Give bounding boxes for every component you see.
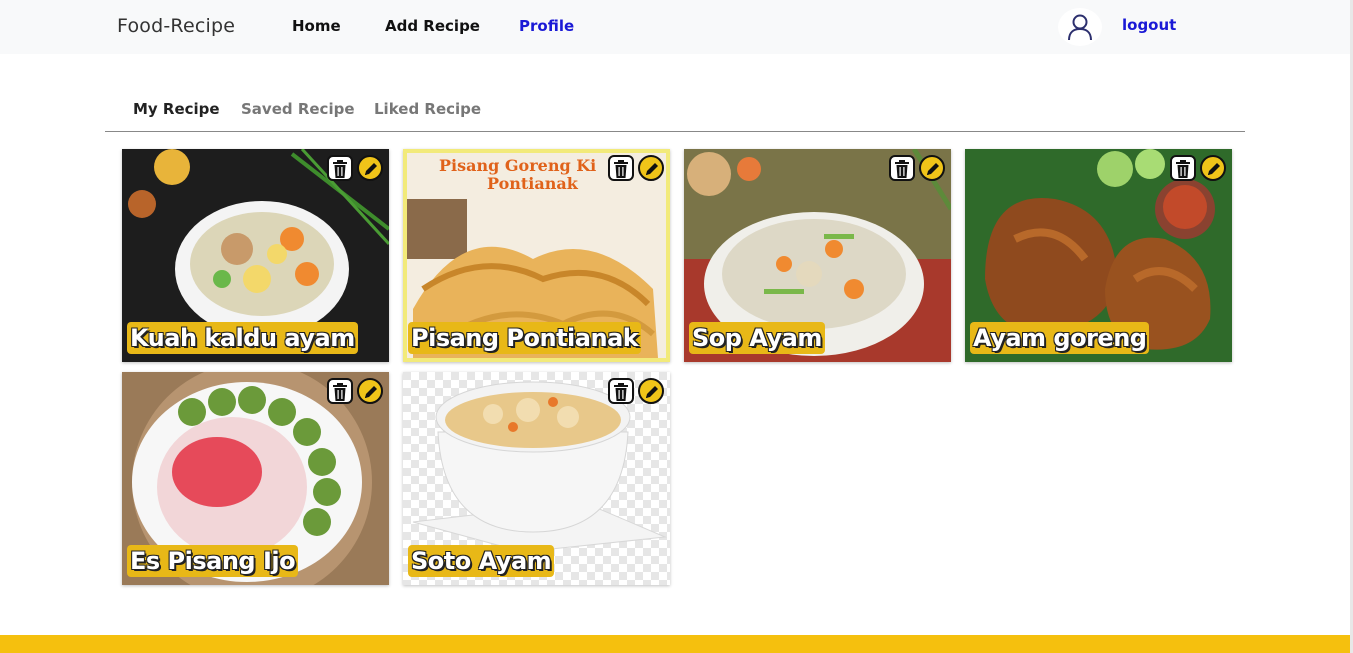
image-caption: Pontianak — [487, 174, 579, 193]
pencil-icon — [646, 163, 658, 175]
recipe-title[interactable]: Kuah kaldu ayam — [127, 322, 358, 354]
edit-button[interactable] — [638, 378, 664, 404]
edit-button[interactable] — [1200, 155, 1226, 181]
pencil-icon — [927, 163, 939, 175]
delete-button[interactable] — [327, 378, 353, 404]
recipe-title[interactable]: Ayam goreng — [970, 322, 1150, 354]
delete-button[interactable] — [1170, 155, 1196, 181]
edit-button[interactable] — [919, 155, 945, 181]
pencil-icon — [365, 163, 377, 175]
recipe-card[interactable]: Ayam goreng — [965, 149, 1232, 362]
footer-bar — [0, 635, 1350, 653]
delete-button[interactable] — [327, 155, 353, 181]
recipe-title[interactable]: Pisang Pontianak — [408, 322, 642, 354]
pencil-icon — [1208, 163, 1220, 175]
recipe-card[interactable]: Soto Ayam — [403, 372, 670, 585]
trash-icon — [333, 160, 347, 178]
navbar: Food-Recipe Home Add Recipe Profile logo… — [0, 0, 1350, 54]
recipe-card[interactable]: Es Pisang Ijo — [122, 372, 389, 585]
tab-liked-recipe[interactable]: Liked Recipe — [374, 100, 481, 118]
brand-logo[interactable]: Food-Recipe — [117, 15, 235, 37]
trash-icon — [614, 160, 628, 178]
delete-button[interactable] — [889, 155, 915, 181]
recipe-title[interactable]: Soto Ayam — [408, 545, 555, 577]
tab-my-recipe[interactable]: My Recipe — [133, 100, 220, 118]
recipe-card[interactable]: Pisang Goreng Ki Pontianak Pisang Pontia… — [403, 149, 670, 362]
delete-button[interactable] — [608, 378, 634, 404]
pencil-icon — [365, 386, 377, 398]
nav-home-link[interactable]: Home — [292, 17, 341, 35]
avatar[interactable] — [1058, 8, 1102, 46]
image-caption: Pisang Goreng Ki — [439, 156, 596, 175]
logout-link[interactable]: logout — [1122, 16, 1176, 34]
trash-icon — [614, 383, 628, 401]
trash-icon — [333, 383, 347, 401]
delete-button[interactable] — [608, 155, 634, 181]
recipe-card[interactable]: Sop Ayam — [684, 149, 951, 362]
pencil-icon — [646, 386, 658, 398]
recipe-title[interactable]: Sop Ayam — [689, 322, 825, 354]
recipe-tabs: My Recipe Saved Recipe Liked Recipe — [105, 86, 1245, 132]
recipe-card[interactable]: Kuah kaldu ayam — [122, 149, 389, 362]
edit-button[interactable] — [357, 155, 383, 181]
edit-button[interactable] — [638, 155, 664, 181]
trash-icon — [1176, 160, 1190, 178]
recipe-title[interactable]: Es Pisang Ijo — [127, 545, 299, 577]
tab-saved-recipe[interactable]: Saved Recipe — [241, 100, 355, 118]
trash-icon — [895, 160, 909, 178]
edit-button[interactable] — [357, 378, 383, 404]
user-icon — [1068, 14, 1092, 41]
nav-add-recipe-link[interactable]: Add Recipe — [385, 17, 480, 35]
nav-profile-link[interactable]: Profile — [519, 17, 574, 35]
